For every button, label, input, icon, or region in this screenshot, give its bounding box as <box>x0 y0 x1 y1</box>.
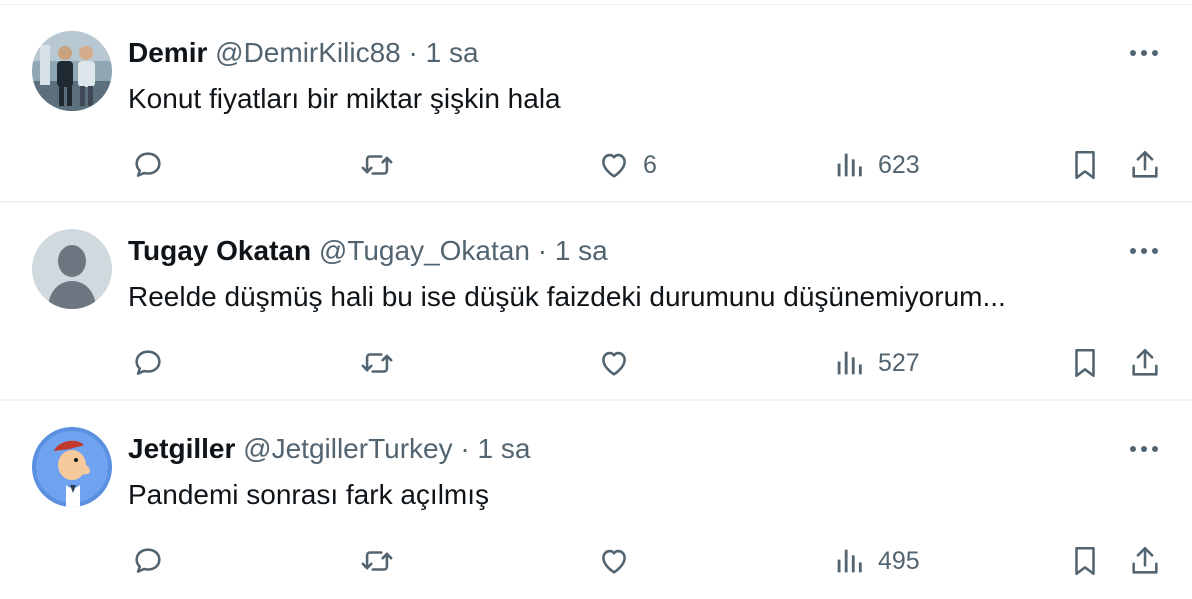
tweet[interactable]: Jetgiller @JetgillerTurkey · 1 sa Pandem… <box>0 401 1192 599</box>
view-count: 527 <box>878 348 920 377</box>
views-button[interactable]: 527 <box>832 343 920 383</box>
more-icon[interactable] <box>1124 435 1164 463</box>
tweet-text: Reelde düşmüş hali bu ise düşük faizdeki… <box>128 281 1006 312</box>
tweet-header: Tugay Okatan @Tugay_Okatan · 1 sa <box>128 233 608 269</box>
bookmark-button[interactable] <box>1068 541 1102 581</box>
avatar[interactable] <box>32 229 112 309</box>
more-icon[interactable] <box>1124 39 1164 67</box>
display-name[interactable]: Demir <box>128 37 207 68</box>
retweet-icon <box>361 353 393 373</box>
user-handle[interactable]: @Tugay_Okatan <box>319 235 530 266</box>
like-button[interactable] <box>597 541 643 581</box>
separator-dot: · <box>537 235 548 266</box>
like-icon <box>602 153 626 178</box>
user-handle[interactable]: @DemirKilic88 <box>215 37 401 68</box>
timestamp[interactable]: 1 sa <box>426 37 479 68</box>
display-name[interactable]: Tugay Okatan <box>128 235 311 266</box>
bookmark-icon <box>1075 348 1095 378</box>
like-icon <box>602 549 626 574</box>
like-count: 6 <box>643 150 657 179</box>
action-bar: 527 <box>0 343 1192 383</box>
display-name[interactable]: Jetgiller <box>128 433 235 464</box>
bookmark-icon <box>1075 546 1095 576</box>
views-button[interactable]: 495 <box>832 541 920 581</box>
reply-button[interactable] <box>131 343 165 383</box>
reply-icon <box>135 152 161 177</box>
share-button[interactable] <box>1128 145 1162 185</box>
reply-icon <box>135 548 161 573</box>
retweet-button[interactable] <box>360 541 394 581</box>
reply-icon <box>135 350 161 375</box>
bookmark-icon <box>1075 150 1095 180</box>
tweet[interactable]: Tugay Okatan @Tugay_Okatan · 1 sa Reelde… <box>0 203 1192 401</box>
avatar[interactable] <box>32 427 112 507</box>
separator-dot: · <box>408 37 418 68</box>
retweet-button[interactable] <box>360 343 394 383</box>
tweet-header: Jetgiller @JetgillerTurkey · 1 sa <box>128 431 530 467</box>
view-count: 495 <box>878 546 920 575</box>
tweet[interactable]: Demir @DemirKilic88 · 1 sa Konut fiyatla… <box>0 5 1192 203</box>
like-button[interactable]: 6 <box>597 145 657 185</box>
like-button[interactable] <box>597 343 643 383</box>
action-bar: 495 <box>0 541 1192 581</box>
separator-dot: · <box>460 433 470 464</box>
reply-feed: Demir @DemirKilic88 · 1 sa Konut fiyatla… <box>0 0 1192 594</box>
user-handle[interactable]: @JetgillerTurkey <box>243 433 452 464</box>
retweet-icon <box>361 551 393 571</box>
tweet-text: Pandemi sonrası fark açılmış <box>128 479 490 510</box>
retweet-icon <box>361 155 393 175</box>
tweet-header: Demir @DemirKilic88 · 1 sa <box>128 35 479 71</box>
view-count: 623 <box>878 150 920 179</box>
share-icon <box>1132 150 1158 178</box>
views-icon <box>837 351 862 375</box>
views-icon <box>837 549 862 573</box>
bookmark-button[interactable] <box>1068 145 1102 185</box>
like-icon <box>602 351 626 376</box>
views-icon <box>837 153 862 177</box>
timestamp[interactable]: 1 sa <box>555 235 608 266</box>
share-button[interactable] <box>1128 541 1162 581</box>
more-icon[interactable] <box>1124 237 1164 265</box>
action-bar: 6 623 <box>0 145 1192 185</box>
avatar[interactable] <box>32 31 112 111</box>
bookmark-button[interactable] <box>1068 343 1102 383</box>
reply-button[interactable] <box>131 145 165 185</box>
share-icon <box>1132 348 1158 376</box>
share-button[interactable] <box>1128 343 1162 383</box>
share-icon <box>1132 546 1158 574</box>
tweet-text: Konut fiyatları bir miktar şişkin hala <box>128 83 561 114</box>
reply-button[interactable] <box>131 541 165 581</box>
timestamp[interactable]: 1 sa <box>478 433 531 464</box>
views-button[interactable]: 623 <box>832 145 920 185</box>
retweet-button[interactable] <box>360 145 394 185</box>
